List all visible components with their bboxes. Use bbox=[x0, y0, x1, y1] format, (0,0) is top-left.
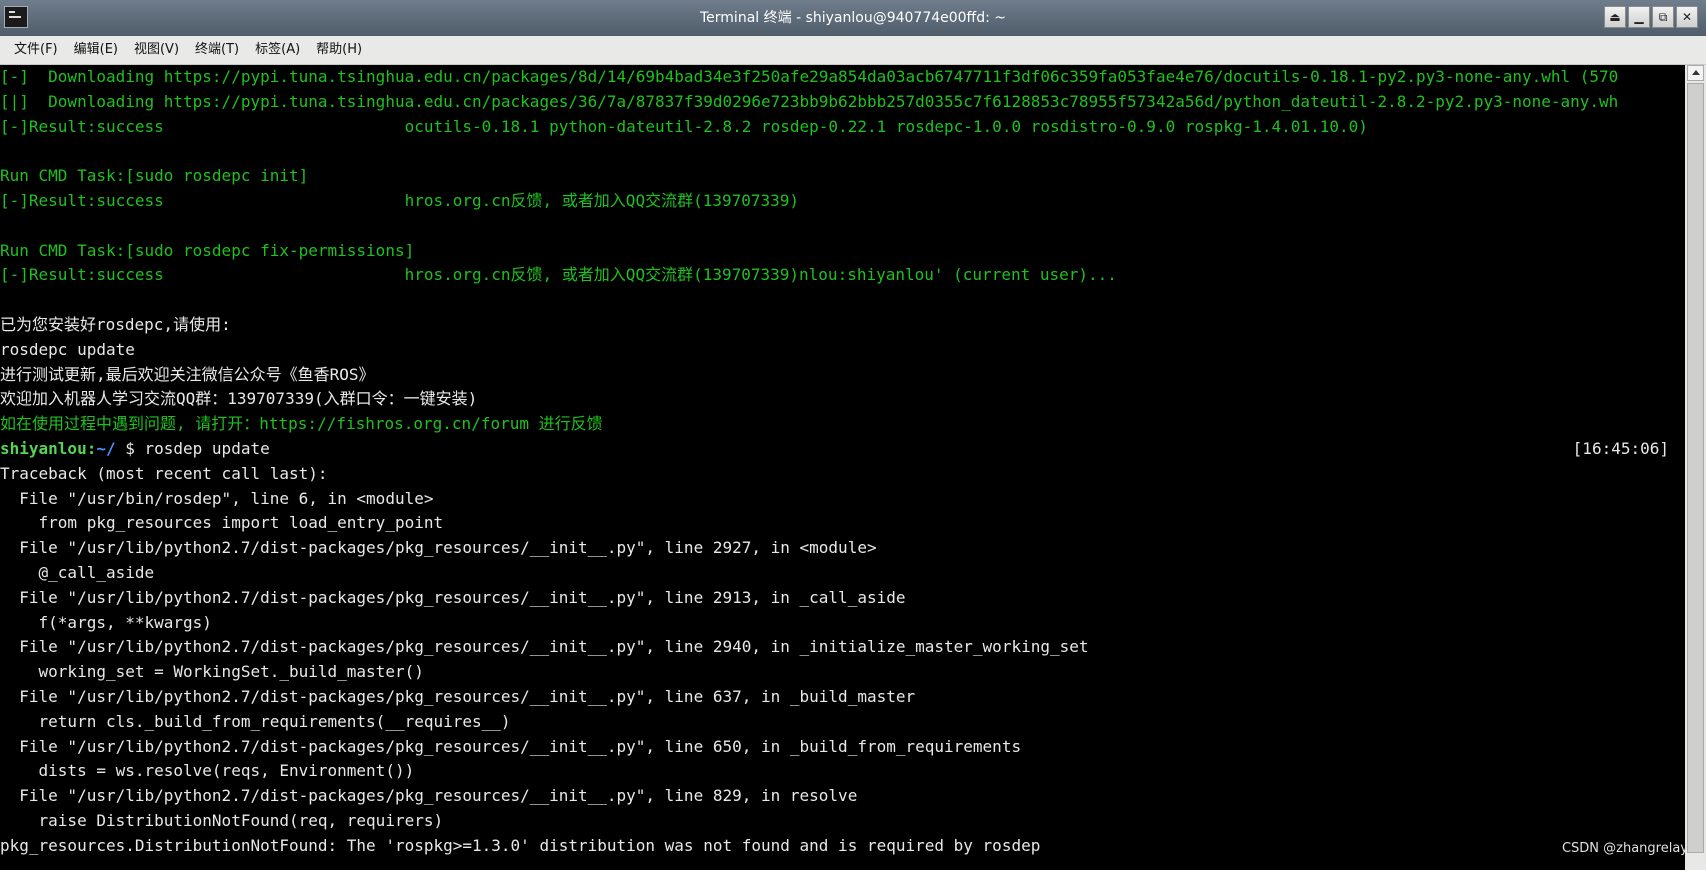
watermark: CSDN @zhangrelay bbox=[1561, 841, 1688, 856]
menu-view[interactable]: 视图(V) bbox=[126, 36, 187, 64]
terminal-text: File "/usr/lib/python2.7/dist-packages/p… bbox=[0, 587, 906, 607]
terminal-text: 进行测试更新,最后欢迎关注微信公众号《鱼香ROS》 bbox=[0, 364, 375, 384]
terminal-text: File "/usr/bin/rosdep", line 6, in <modu… bbox=[0, 488, 434, 508]
terminal-line: File "/usr/lib/python2.7/dist-packages/p… bbox=[0, 685, 1685, 710]
terminal-line: 进行测试更新,最后欢迎关注微信公众号《鱼香ROS》 bbox=[0, 363, 1685, 388]
terminal-line: f(*args, **kwargs) bbox=[0, 611, 1685, 636]
close-button[interactable]: ✕ bbox=[1676, 6, 1698, 28]
terminal-line: 欢迎加入机器人学习交流QQ群：139707339(入群口令：一键安装) bbox=[0, 387, 1685, 412]
terminal-text: Run CMD Task:[sudo rosdepc init] bbox=[0, 166, 309, 186]
terminal-text: [|] Downloading https://pypi.tuna.tsingh… bbox=[0, 91, 1619, 111]
terminal-text: $ rosdep update bbox=[115, 438, 270, 458]
terminal-line: working_set = WorkingSet._build_master() bbox=[0, 660, 1685, 685]
menu-tabs[interactable]: 标签(A) bbox=[247, 36, 308, 64]
terminal-line: rosdepc update bbox=[0, 338, 1685, 363]
terminal-text: @_call_aside bbox=[0, 562, 155, 582]
scrollbar-thumb[interactable] bbox=[1687, 83, 1704, 853]
terminal-text: from pkg_resources import load_entry_poi… bbox=[0, 513, 444, 533]
window-title: Terminal 终端 - shiyanlou@940774e00ffd: ~ bbox=[700, 10, 1006, 26]
terminal-line: File "/usr/lib/python2.7/dist-packages/p… bbox=[0, 735, 1685, 760]
prompt-timestamp: [16:45:06] bbox=[1572, 438, 1669, 458]
terminal-line: File "/usr/lib/python2.7/dist-packages/p… bbox=[0, 586, 1685, 611]
terminal-text: ~/ bbox=[96, 438, 116, 458]
shade-window-button[interactable]: ⏏ bbox=[1604, 6, 1626, 28]
terminal-text: 如在使用过程中遇到问题, 请打开：https://fishros.org.cn/… bbox=[0, 414, 603, 434]
terminal-text: working_set = WorkingSet._build_master() bbox=[0, 662, 424, 682]
terminal-line: pkg_resources.DistributionNotFound: The … bbox=[0, 834, 1685, 859]
menu-bar: 文件(F) 编辑(E) 视图(V) 终端(T) 标签(A) 帮助(H) bbox=[0, 36, 1706, 65]
terminal-text: File "/usr/lib/python2.7/dist-packages/p… bbox=[0, 736, 1022, 756]
terminal-output[interactable]: [-] Downloading https://pypi.tuna.tsingh… bbox=[0, 65, 1685, 870]
minimize-button[interactable]: ▁ bbox=[1628, 6, 1650, 28]
terminal-line: [-]Result:success hros.org.cn反馈, 或者加入QQ交… bbox=[0, 263, 1685, 288]
terminal-line: File "/usr/bin/rosdep", line 6, in <modu… bbox=[0, 487, 1685, 512]
menu-file[interactable]: 文件(F) bbox=[6, 36, 66, 64]
terminal-line: 已为您安装好rosdepc,请使用: bbox=[0, 313, 1685, 338]
terminal-line: [-] Downloading https://pypi.tuna.tsingh… bbox=[0, 65, 1685, 90]
terminal-text: File "/usr/lib/python2.7/dist-packages/p… bbox=[0, 686, 916, 706]
terminal-line: [-]Result:success ocutils-0.18.1 python-… bbox=[0, 115, 1685, 140]
terminal-text: Run CMD Task:[sudo rosdepc fix-permissio… bbox=[0, 240, 415, 260]
terminal-text: pkg_resources.DistributionNotFound: The … bbox=[0, 835, 1041, 855]
title-bar: Terminal 终端 - shiyanlou@940774e00ffd: ~ … bbox=[0, 0, 1706, 37]
terminal-text: 已为您安装好rosdepc,请使用: bbox=[0, 314, 231, 334]
menu-edit[interactable]: 编辑(E) bbox=[66, 36, 126, 64]
terminal-line: Run CMD Task:[sudo rosdepc fix-permissio… bbox=[0, 239, 1685, 264]
menu-terminal[interactable]: 终端(T) bbox=[187, 36, 247, 64]
terminal-line: Run CMD Task:[sudo rosdepc init] bbox=[0, 164, 1685, 189]
terminal-text: [-] Downloading https://pypi.tuna.tsingh… bbox=[0, 67, 1619, 86]
vertical-scrollbar[interactable] bbox=[1685, 65, 1706, 870]
terminal-line: return cls._build_from_requirements(__re… bbox=[0, 710, 1685, 735]
terminal-text: [-]Result:success hros.org.cn反馈, 或者加入QQ交… bbox=[0, 190, 800, 210]
terminal-line: from pkg_resources import load_entry_poi… bbox=[0, 511, 1685, 536]
terminal-line: raise DistributionNotFound(req, requirer… bbox=[0, 809, 1685, 834]
terminal-line: shiyanlou:~/ $ rosdep update [16:45:06] bbox=[0, 437, 1685, 462]
terminal-text: Traceback (most recent call last): bbox=[0, 463, 328, 483]
menu-help[interactable]: 帮助(H) bbox=[308, 36, 370, 64]
terminal-text: f(*args, **kwargs) bbox=[0, 612, 212, 632]
terminal-line: [-]Result:success hros.org.cn反馈, 或者加入QQ交… bbox=[0, 189, 1685, 214]
terminal-text: File "/usr/lib/python2.7/dist-packages/p… bbox=[0, 786, 858, 806]
terminal-text: [-]Result:success ocutils-0.18.1 python-… bbox=[0, 116, 1368, 136]
terminal-text: File "/usr/lib/python2.7/dist-packages/p… bbox=[0, 637, 1089, 657]
terminal-text: 欢迎加入机器人学习交流QQ群：139707339(入群口令：一键安装) bbox=[0, 389, 478, 409]
terminal-line: File "/usr/lib/python2.7/dist-packages/p… bbox=[0, 784, 1685, 809]
maximize-button[interactable]: ⧉ bbox=[1652, 6, 1674, 28]
terminal-line: Traceback (most recent call last): bbox=[0, 462, 1685, 487]
terminal-lines: [-] Downloading https://pypi.tuna.tsingh… bbox=[0, 65, 1685, 859]
terminal-line: [|] Downloading https://pypi.tuna.tsingh… bbox=[0, 90, 1685, 115]
terminal-line: File "/usr/lib/python2.7/dist-packages/p… bbox=[0, 635, 1685, 660]
terminal-text: raise DistributionNotFound(req, requirer… bbox=[0, 810, 444, 830]
terminal-text: rosdepc update bbox=[0, 339, 135, 359]
scroll-up-arrow-icon[interactable] bbox=[1687, 65, 1704, 81]
terminal-line: File "/usr/lib/python2.7/dist-packages/p… bbox=[0, 536, 1685, 561]
terminal-text: return cls._build_from_requirements(__re… bbox=[0, 711, 511, 731]
terminal-text: shiyanlou: bbox=[0, 438, 97, 458]
terminal-text: [-]Result:success hros.org.cn反馈, 或者加入QQ交… bbox=[0, 265, 1117, 285]
window-controls: ⏏ ▁ ⧉ ✕ bbox=[1604, 6, 1698, 28]
terminal-text: File "/usr/lib/python2.7/dist-packages/p… bbox=[0, 538, 877, 558]
terminal-line: dists = ws.resolve(reqs, Environment()) bbox=[0, 759, 1685, 784]
terminal-line: 如在使用过程中遇到问题, 请打开：https://fishros.org.cn/… bbox=[0, 412, 1685, 437]
terminal-text: dists = ws.resolve(reqs, Environment()) bbox=[0, 761, 415, 781]
terminal-line: @_call_aside bbox=[0, 561, 1685, 586]
